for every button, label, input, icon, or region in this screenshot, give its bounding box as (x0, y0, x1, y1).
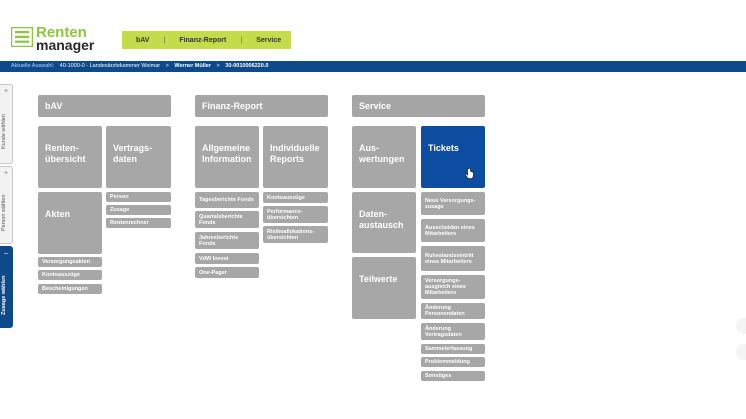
logo-text-manager: manager (36, 37, 95, 53)
breadcrumb-company[interactable]: 40-1000-0 - Landesärztekammer Weimar (60, 63, 160, 69)
tile-rentenuebersicht[interactable]: Renten- übersicht (38, 126, 102, 188)
top-navigation: bAV | Finanz-Report | Service (122, 31, 291, 49)
sidetab-zusage-waehlen[interactable]: – Zusage wählen (0, 246, 13, 328)
tile-teilwerte[interactable]: Teilwerte (352, 257, 416, 319)
breadcrumb-label: Aktuelle Auswahl: (11, 63, 55, 69)
tile-datenaustausch[interactable]: Daten- austausch (352, 192, 416, 253)
link-neue-versorgungszusage[interactable]: Neue Versorgungs-zusage (421, 192, 485, 215)
link-risikoallokations-uebersichten[interactable]: Risikoallokations-übersichten (263, 226, 328, 243)
tile-vertragsdaten[interactable]: Vertrags- daten (106, 126, 171, 188)
link-aenderung-personendaten[interactable]: Änderung Personendaten (421, 303, 485, 319)
sidetab-label: Zusage wählen (1, 275, 7, 315)
link-sonstiges[interactable]: Sonstiges (421, 371, 485, 381)
link-person[interactable]: Person (106, 192, 171, 202)
tile-allgemeine-information[interactable]: Allgemeine Information (195, 126, 259, 188)
link-tagesberichte-fonds[interactable]: Tagesberichte Fonds (195, 192, 259, 208)
link-jahresberichte-fonds[interactable]: Jahresberichte Fonds (195, 232, 259, 249)
sidetab-label: Person wählen (1, 194, 7, 232)
link-kontoauszuege-finanz[interactable]: Kontoauszüge (263, 192, 328, 203)
link-performance-uebersichten[interactable]: Performance-übersichten (263, 206, 328, 223)
sidetab-label: Kunde wählen (1, 114, 7, 150)
breadcrumb-separator: > (165, 63, 169, 69)
link-kontoauszuege[interactable]: Kontoauszüge (38, 270, 102, 280)
link-ausscheiden-mitarbeiter[interactable]: Ausscheiden eines Mitarbeiters (421, 219, 485, 242)
link-bescheinigungen[interactable]: Bescheinigungen (38, 284, 102, 294)
tile-individuelle-reports[interactable]: Individuelle Reports (263, 126, 328, 188)
link-vdw-invest[interactable]: VdW Invest (195, 253, 259, 264)
hand-pointer-icon (465, 168, 474, 179)
section-header-service: Service (352, 95, 485, 117)
section-header-finanz-report: Finanz-Report (195, 95, 328, 117)
link-ruhestandseintritt[interactable]: Ruhestandseintritt eines Mitarbeiters (421, 246, 485, 271)
link-one-pager[interactable]: One-Pager (195, 267, 259, 278)
link-problemmeldung[interactable]: Problemmeldung (421, 357, 485, 367)
scroll-hint (736, 344, 746, 360)
link-versorgungsausgleich[interactable]: Versorgungs-ausgleich eines Mitarbeiters (421, 275, 485, 299)
link-zusage[interactable]: Zusage (106, 205, 171, 215)
section-header-bav: bAV (38, 95, 171, 117)
link-aenderung-vertragsdaten[interactable]: Änderung Vertragsdaten (421, 323, 485, 340)
breadcrumb: Aktuelle Auswahl: 40-1000-0 - Landesärzt… (0, 61, 746, 72)
tile-akten[interactable]: Akten (38, 192, 102, 254)
nav-service[interactable]: Service (242, 37, 295, 44)
nav-bav[interactable]: bAV (122, 37, 163, 44)
link-versorgungsakten[interactable]: Versorgungsakten (38, 257, 102, 267)
breadcrumb-separator: > (216, 63, 220, 69)
rentenmanager-logo-icon (11, 27, 33, 47)
sidetab-kunde-waehlen[interactable]: + Kunde wählen (0, 84, 13, 164)
tile-tickets[interactable]: Tickets (421, 126, 485, 188)
link-rentenrechner[interactable]: Rentenrechner (106, 218, 171, 228)
plus-icon: + (3, 170, 9, 177)
scroll-hint (736, 318, 746, 334)
tile-auswertungen[interactable]: Aus- wertungen (352, 126, 416, 188)
nav-finanz-report[interactable]: Finanz-Report (165, 37, 240, 44)
sidetab-person-waehlen[interactable]: + Person wählen (0, 166, 13, 244)
link-quartalsberichte-fonds[interactable]: Quartalsberichte Fonds (195, 211, 259, 228)
breadcrumb-person[interactable]: Werner Müller (174, 63, 211, 69)
plus-icon: + (3, 88, 9, 95)
link-sammelerfassung[interactable]: Sammelerfassung (421, 344, 485, 354)
breadcrumb-contract[interactable]: 30-0010006220.0 (225, 63, 268, 69)
minus-icon: – (4, 250, 8, 257)
